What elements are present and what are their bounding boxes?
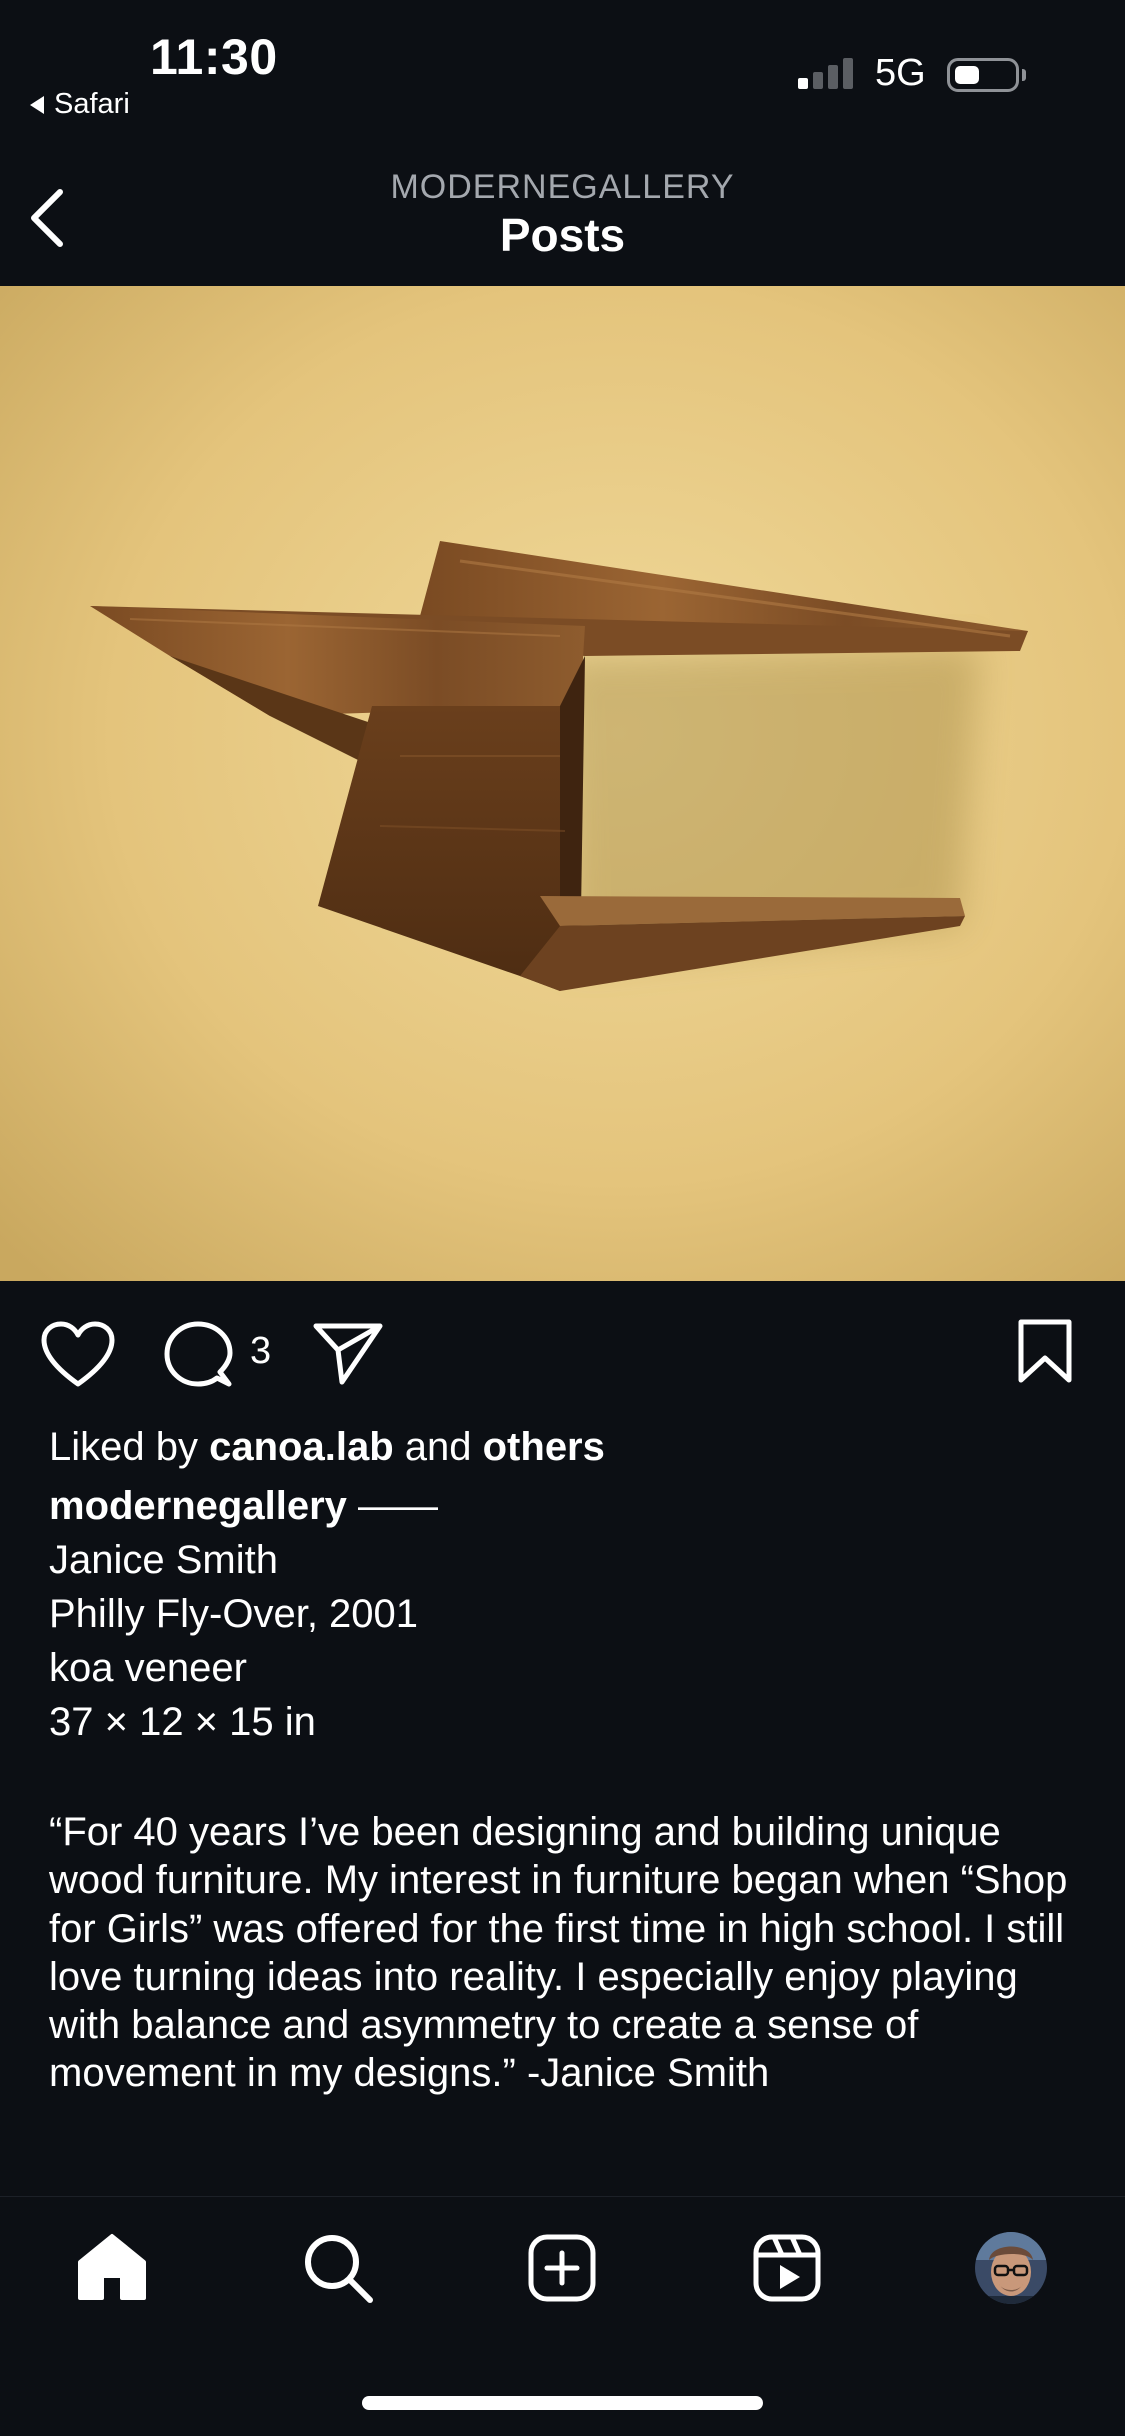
home-indicator[interactable] [362, 2396, 763, 2410]
caption-username-line: modernegallery —— [49, 1484, 438, 1529]
tab-bar-divider [0, 2196, 1125, 2197]
caption-artwork-title: Philly Fly-Over, 2001 [49, 1592, 419, 1636]
wall-shelf-photo [0, 286, 1125, 1281]
caption-material: koa veneer [49, 1646, 247, 1690]
comment-count: 3 [250, 1330, 272, 1372]
liked-others-link[interactable]: others [483, 1425, 605, 1469]
account-name: MODERNEGALLERY [390, 168, 735, 206]
battery-icon [947, 58, 1019, 92]
caption-quote: “For 40 years I’ve been designing and bu… [49, 1810, 1068, 2096]
caption-artist: Janice Smith [49, 1538, 278, 1582]
home-icon [78, 2234, 146, 2300]
caption-username-link[interactable]: modernegallery [49, 1484, 347, 1528]
status-time: 11:30 [150, 29, 278, 85]
comment-button[interactable] [163, 1320, 233, 1395]
avatar [975, 2232, 1047, 2304]
liked-middle: and [404, 1425, 472, 1469]
add-post-icon [528, 2234, 596, 2302]
reels-icon [753, 2234, 821, 2302]
share-button[interactable] [312, 1320, 384, 1391]
caption-dash: —— [358, 1484, 439, 1528]
tab-create[interactable] [527, 2233, 597, 2308]
liked-user-link[interactable]: canoa.lab [209, 1425, 394, 1469]
search-icon [305, 2235, 373, 2303]
liked-by-line: Liked by canoa.lab and others [49, 1425, 605, 1470]
network-type: 5G [875, 52, 926, 94]
tab-home[interactable] [76, 2232, 148, 2307]
back-to-safari-link[interactable]: Safari [30, 88, 130, 121]
heart-icon [41, 1321, 115, 1387]
liked-prefix: Liked by [49, 1425, 198, 1469]
tab-profile[interactable] [973, 2230, 1049, 2311]
save-button[interactable] [1015, 1318, 1075, 1391]
cellular-signal-icon [798, 58, 853, 89]
post-image[interactable] [0, 286, 1125, 1281]
caption-dimensions: 37 × 12 × 15 in [49, 1700, 316, 1744]
back-app-label: Safari [54, 88, 130, 120]
tab-reels[interactable] [752, 2233, 822, 2308]
tab-search[interactable] [302, 2232, 374, 2309]
like-button[interactable] [40, 1320, 116, 1393]
page-title: Posts [499, 209, 626, 261]
bookmark-icon [1018, 1319, 1072, 1383]
send-icon [313, 1323, 383, 1385]
comment-icon [164, 1321, 233, 1387]
battery-cap [1022, 69, 1026, 81]
back-triangle-icon [30, 95, 44, 114]
